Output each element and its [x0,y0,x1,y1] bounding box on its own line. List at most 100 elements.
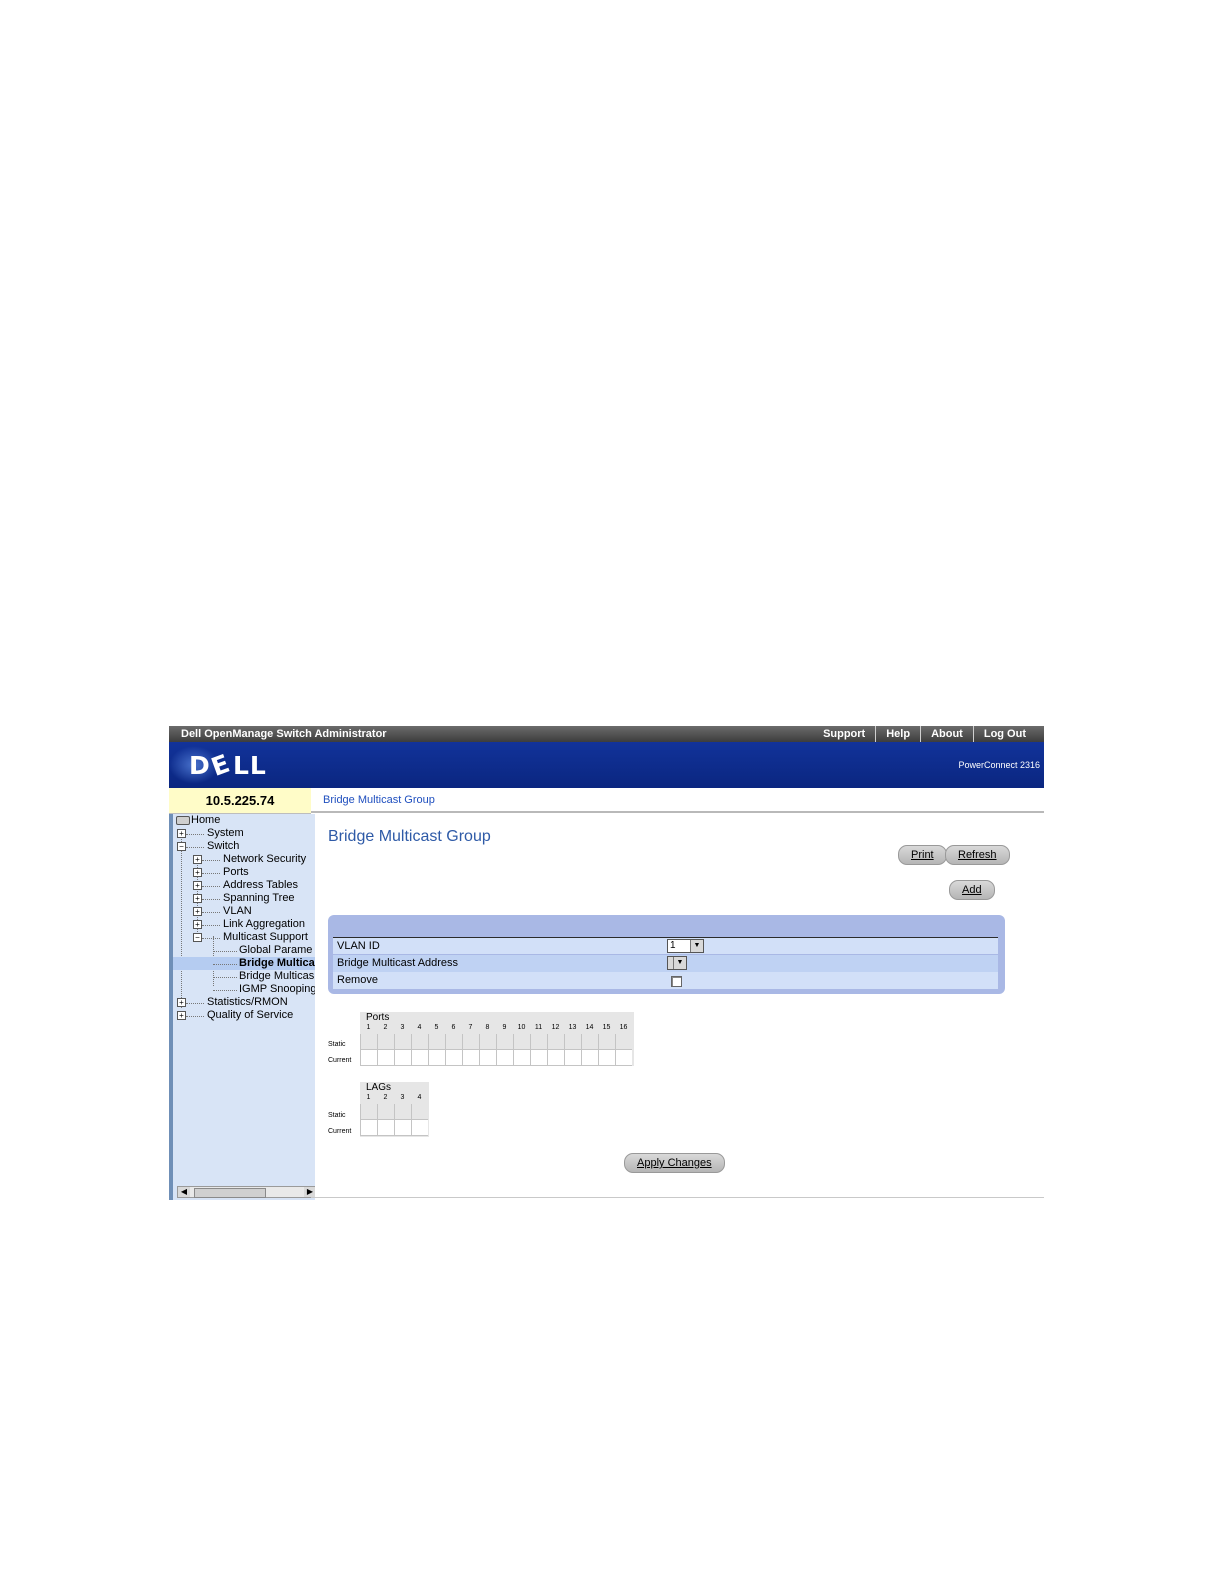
chevron-down-icon[interactable]: ▼ [673,957,686,969]
ports-current-cell[interactable] [496,1050,513,1066]
sidebar-item-spanning-tree[interactable]: Spanning Tree [223,892,295,905]
support-link[interactable]: Support [813,726,875,742]
ports-current-cell[interactable] [360,1050,377,1066]
print-button[interactable]: Print [898,845,947,865]
page-title: Bridge Multicast Group [328,828,491,845]
sidebar-item-multicast-support[interactable]: Multicast Support [223,931,308,944]
ports-current-cell[interactable] [411,1050,428,1066]
apply-changes-button[interactable]: Apply Changes [624,1153,725,1173]
breadcrumb: Bridge Multicast Group [311,788,1044,813]
expand-icon[interactable]: + [193,920,202,929]
lags-current-cell[interactable] [394,1120,411,1136]
ports-static-cell[interactable] [581,1034,598,1050]
expand-icon[interactable]: + [193,894,202,903]
lags-static-label: Static [328,1112,346,1119]
ports-static-cell[interactable] [564,1034,581,1050]
sidebar-item-bridge-multicast-group[interactable]: Bridge Multica [239,957,315,970]
ports-current-cell[interactable] [394,1050,411,1066]
ports-static-cell[interactable] [598,1034,615,1050]
sidebar-item-address-tables[interactable]: Address Tables [223,879,298,892]
sidebar-item-statistics-rmon[interactable]: Statistics/RMON [207,996,288,1009]
ports-current-cell[interactable] [547,1050,564,1066]
ports-current-cell[interactable] [479,1050,496,1066]
sidebar-item-igmp-snooping[interactable]: IGMP Snooping [239,983,316,996]
ports-static-cell[interactable] [445,1034,462,1050]
sidebar-item-quality-of-service[interactable]: Quality of Service [207,1009,293,1022]
ports-static-cell[interactable] [428,1034,445,1050]
refresh-button[interactable]: Refresh [945,845,1010,865]
bridge-multicast-address-label: Bridge Multicast Address [337,957,459,969]
ports-current-cell[interactable] [445,1050,462,1066]
sidebar-item-home[interactable]: Home [191,814,220,827]
tree-connector [213,977,237,978]
lags-current-cell[interactable] [411,1120,428,1136]
help-link[interactable]: Help [875,726,920,742]
ports-current-cell[interactable] [377,1050,394,1066]
bridge-multicast-address-select[interactable]: ▼ [667,956,687,970]
expand-icon[interactable]: + [177,829,186,838]
vlan-id-select[interactable]: 1 ▼ [667,939,704,953]
collapse-icon[interactable]: − [177,842,186,851]
ports-current-cell[interactable] [598,1050,615,1066]
ports-current-cell[interactable] [428,1050,445,1066]
expand-icon[interactable]: + [177,1011,186,1020]
sidebar-item-system[interactable]: System [207,827,244,840]
sidebar-item-ports[interactable]: Ports [223,866,249,879]
ports-current-cell[interactable] [530,1050,547,1066]
lags-static-cell[interactable] [377,1104,394,1120]
ports-number-row: 1 2 3 4 5 6 7 8 9 10 11 12 13 14 15 16 [360,1024,632,1031]
ports-static-cell[interactable] [360,1034,377,1050]
ports-number: 2 [383,1024,388,1031]
ports-static-cell[interactable] [411,1034,428,1050]
about-link[interactable]: About [920,726,973,742]
sidebar-item-global-parameters[interactable]: Global Parame [239,944,312,957]
ports-current-cell[interactable] [513,1050,530,1066]
collapse-icon[interactable]: − [193,933,202,942]
lags-static-cell[interactable] [360,1104,377,1120]
ports-static-cell[interactable] [462,1034,479,1050]
expand-icon[interactable]: + [193,855,202,864]
remove-checkbox[interactable] [671,976,682,987]
lags-current-cell[interactable] [360,1120,377,1136]
expand-icon[interactable]: + [193,881,202,890]
logout-link[interactable]: Log Out [972,726,1036,742]
ports-static-cell[interactable] [513,1034,530,1050]
ports-number: 9 [502,1024,507,1031]
remove-row: Remove [333,972,998,989]
main-content: Bridge Multicast Group Print Refresh Add… [315,816,1044,1200]
lags-static-cell[interactable] [394,1104,411,1120]
ports-static-cell[interactable] [394,1034,411,1050]
lags-current-cell[interactable] [377,1120,394,1136]
sidebar-scrollbar[interactable]: ◀ ▶ [177,1186,317,1198]
expand-icon[interactable]: + [177,998,186,1007]
ports-static-cell[interactable] [377,1034,394,1050]
scroll-left-icon[interactable]: ◀ [178,1187,190,1197]
tree-connector [202,938,220,939]
ports-current-cell[interactable] [564,1050,581,1066]
ports-static-cell[interactable] [615,1034,632,1050]
chevron-down-icon[interactable]: ▼ [690,940,703,952]
tree-connector [202,860,220,861]
ports-current-cell[interactable] [462,1050,479,1066]
ports-static-cell[interactable] [530,1034,547,1050]
sidebar-item-bridge-multicast-forward[interactable]: Bridge Multicas [239,970,314,983]
add-button[interactable]: Add [949,880,995,900]
ports-number: 4 [417,1024,422,1031]
scroll-thumb[interactable] [194,1188,266,1198]
sidebar-item-link-aggregation[interactable]: Link Aggregation [223,918,305,931]
banner: D E LL PowerConnect 2316 [169,742,1044,788]
ports-static-cell[interactable] [496,1034,513,1050]
sidebar-item-vlan[interactable]: VLAN [223,905,252,918]
ports-static-cell[interactable] [479,1034,496,1050]
tree-connector [202,873,220,874]
sidebar-item-switch[interactable]: Switch [207,840,239,853]
ports-static-cell[interactable] [547,1034,564,1050]
product-name: PowerConnect 2316 [958,760,1040,770]
expand-icon[interactable]: + [193,907,202,916]
lags-static-cell[interactable] [411,1104,428,1120]
sidebar-item-network-security[interactable]: Network Security [223,853,306,866]
lags-grid: LAGs 1 2 3 4 [360,1082,429,1137]
ports-current-cell[interactable] [615,1050,632,1066]
ports-current-cell[interactable] [581,1050,598,1066]
expand-icon[interactable]: + [193,868,202,877]
